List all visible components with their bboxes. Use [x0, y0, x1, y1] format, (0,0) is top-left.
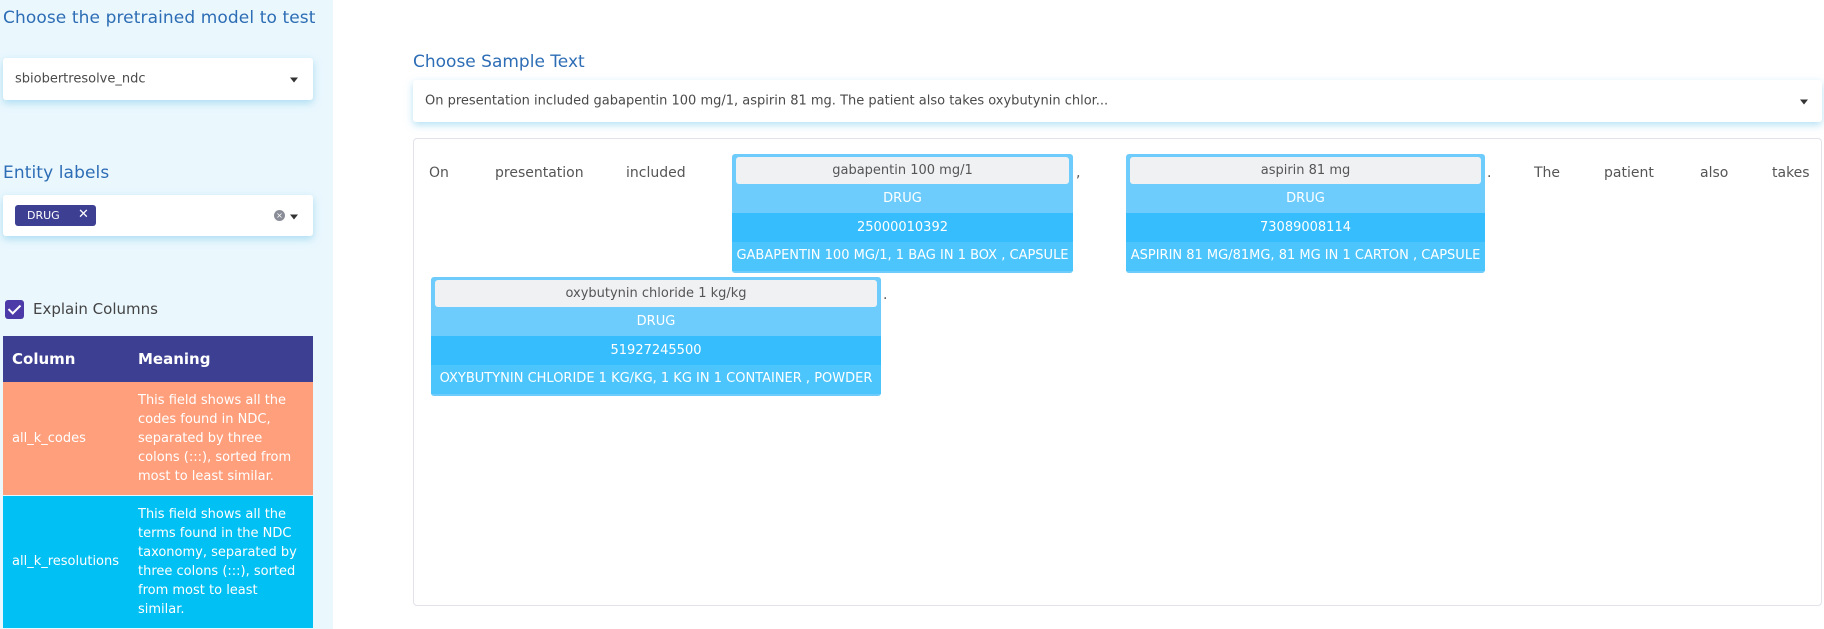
entity-chip[interactable]: gabapentin 100 mg/1 DRUG 25000010392 GAB… [732, 154, 1073, 273]
sample-text-select[interactable]: On presentation included gabapentin 100 … [413, 80, 1822, 122]
model-select-title: Choose the pretrained model to test [3, 8, 316, 28]
explain-columns-label[interactable]: Explain Columns [33, 300, 158, 318]
clear-all-icon[interactable]: × [274, 210, 285, 221]
entity-labels-multiselect[interactable]: DRUG ✕ × [3, 195, 313, 236]
punctuation: , [1076, 165, 1081, 181]
text-word: The [1534, 165, 1561, 181]
entity-code: 73089008114 [1126, 213, 1485, 242]
entity-resolution: OXYBUTYNIN CHLORIDE 1 KG/KG, 1 KG IN 1 C… [431, 365, 881, 394]
header-meaning: Meaning [129, 336, 313, 382]
text-word: patient [1604, 165, 1654, 181]
sidebar: Choose the pretrained model to test sbio… [0, 0, 333, 629]
entity-chip[interactable]: oxybutynin chloride 1 kg/kg DRUG 5192724… [431, 277, 881, 396]
table-header-row: Column Meaning [3, 336, 313, 382]
entity-resolution: GABAPENTIN 100 MG/1, 1 BAG IN 1 BOX , CA… [732, 242, 1073, 271]
annotated-text-panel: On presentation included gabapentin 100 … [413, 138, 1822, 606]
entity-code: 51927245500 [431, 336, 881, 365]
entity-text: oxybutynin chloride 1 kg/kg [435, 280, 877, 307]
entity-label: DRUG [636, 314, 676, 329]
column-name: all_k_codes [3, 382, 129, 495]
entity-text: aspirin 81 mg [1130, 157, 1481, 184]
header-column: Column [3, 336, 129, 382]
column-name: all_k_resolutions [3, 494, 129, 628]
text-word: takes [1772, 165, 1810, 181]
chevron-down-icon[interactable] [290, 214, 298, 219]
sample-text-select-value: On presentation included gabapentin 100 … [425, 93, 1109, 109]
model-select-value: sbiobertresolve_ndc [15, 71, 146, 87]
entity-tag-drug: DRUG ✕ [15, 205, 96, 226]
text-word: also [1700, 165, 1729, 181]
column-meaning: This field shows all the codes found in … [129, 382, 313, 495]
chevron-down-icon[interactable] [290, 77, 298, 83]
chevron-down-icon[interactable] [1800, 99, 1808, 105]
table-row: all_k_codes This field shows all the cod… [3, 382, 313, 495]
text-word: On [429, 165, 449, 181]
entity-label: DRUG [1286, 191, 1325, 206]
model-select[interactable]: sbiobertresolve_ndc [3, 58, 313, 100]
entity-tag-label: DRUG [27, 209, 60, 222]
entity-resolution: ASPIRIN 81 MG/81MG, 81 MG IN 1 CARTON , … [1126, 242, 1485, 271]
entity-text: gabapentin 100 mg/1 [736, 157, 1069, 184]
remove-tag-icon[interactable]: ✕ [78, 207, 89, 222]
entity-code: 25000010392 [732, 213, 1073, 242]
entity-chip[interactable]: aspirin 81 mg DRUG 73089008114 ASPIRIN 8… [1126, 154, 1485, 273]
table-row: all_k_resolutions This field shows all t… [3, 494, 313, 628]
explain-columns-checkbox[interactable] [5, 300, 24, 319]
punctuation: . [883, 287, 888, 303]
sample-text-title: Choose Sample Text [413, 52, 585, 72]
entity-label: DRUG [883, 191, 922, 206]
column-meaning: This field shows all the terms found in … [129, 494, 313, 628]
entity-labels-title: Entity labels [3, 163, 110, 183]
explain-columns-table: Column Meaning all_k_codes This field sh… [3, 336, 313, 628]
text-word: included [626, 165, 686, 181]
punctuation: . [1487, 165, 1492, 181]
text-word: presentation [495, 165, 584, 181]
